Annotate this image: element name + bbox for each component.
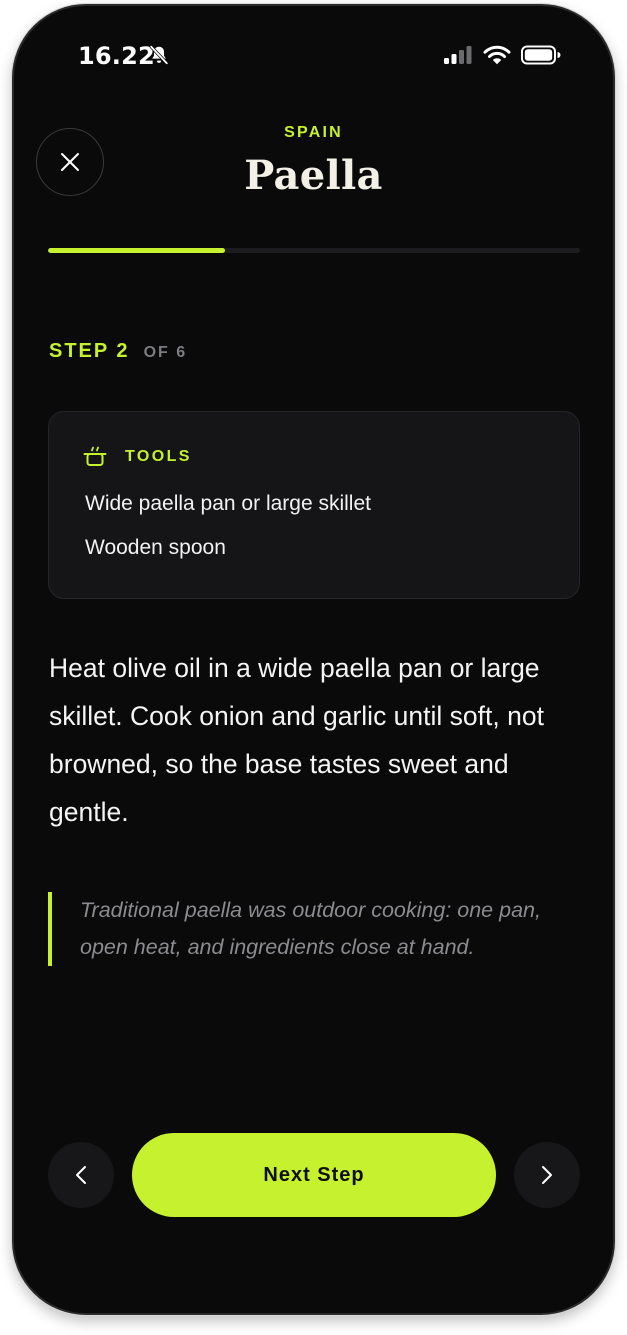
tools-card: TOOLS Wide paella pan or large skillet W… — [48, 411, 580, 599]
cellular-signal-icon — [444, 46, 472, 64]
tools-header: TOOLS — [83, 446, 192, 468]
previous-step-button[interactable] — [48, 1142, 114, 1208]
recipe-title: Paella — [244, 152, 383, 199]
step-indicator: STEP 2 OF 6 — [49, 340, 187, 363]
step-progress-bar — [48, 248, 580, 253]
battery-icon — [521, 45, 561, 65]
step-progress-fill — [48, 248, 226, 253]
pot-icon — [83, 446, 107, 466]
chevron-left-icon — [76, 1166, 86, 1184]
tool-item: Wide paella pan or large skillet — [85, 492, 371, 515]
step-tip: Traditional paella was outdoor cooking: … — [48, 892, 588, 966]
step-total-label: OF 6 — [143, 344, 188, 361]
step-instruction: Heat olive oil in a wide paella pan or l… — [49, 653, 544, 827]
chevron-right-icon — [542, 1166, 552, 1184]
wifi-icon — [483, 45, 511, 65]
bell-slash-icon — [149, 45, 169, 65]
phone-screen: 16.22 SPAIN Paella STEP 2 OF 6 TOOLS Wid… — [12, 4, 615, 1315]
step-current-label: STEP 2 — [49, 340, 130, 362]
status-icons — [443, 44, 561, 66]
tool-item: Wooden spoon — [85, 536, 226, 559]
next-step-button[interactable]: Next Step — [132, 1133, 496, 1217]
status-bar: 16.22 — [14, 6, 613, 102]
status-time: 16.22 — [78, 42, 155, 70]
forward-step-button[interactable] — [514, 1142, 580, 1208]
tools-label: TOOLS — [125, 448, 192, 465]
recipe-country: SPAIN — [284, 124, 343, 141]
